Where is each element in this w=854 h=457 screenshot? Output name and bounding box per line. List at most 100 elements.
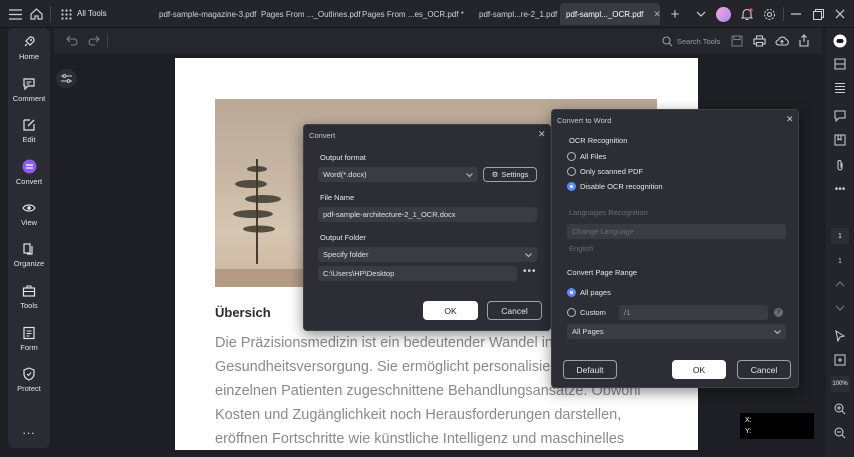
output-format-value: Word(*.docx) [323, 170, 367, 179]
custom-range-input[interactable]: /1 [619, 305, 768, 320]
tab-4[interactable]: pdf-sampl...re-2_1.pdf [473, 3, 563, 25]
chevron-down-icon [525, 252, 532, 257]
range-all-pages[interactable]: All pages [567, 288, 611, 297]
cancel-button[interactable]: Cancel [487, 301, 542, 320]
range-option-label: All pages [580, 288, 611, 297]
ok-button[interactable]: OK [672, 360, 726, 379]
change-language-button[interactable]: Change Language [567, 224, 786, 239]
sidebar-item-tools[interactable]: Tools [8, 284, 50, 310]
left-sidebar: Home Comment Edit Convert View Organize … [8, 28, 50, 448]
toolbar: Search Tools [54, 28, 822, 54]
sidebar-item-form[interactable]: Form [8, 326, 50, 352]
search-icon[interactable] [662, 36, 673, 49]
close-icon[interactable]: ✕ [538, 129, 546, 140]
zoom-level[interactable]: 100% [830, 376, 850, 392]
shield-icon [23, 367, 35, 381]
sidebar-item-edit[interactable]: Edit [8, 118, 50, 144]
bookmark-icon[interactable] [832, 132, 848, 148]
undo-icon[interactable] [66, 35, 78, 48]
ocr-option-disable[interactable]: Disable OCR recognition [567, 182, 663, 191]
share-icon[interactable] [798, 34, 810, 49]
folder-path-field[interactable]: C:\Users\HP\Desktop [318, 266, 517, 281]
form-icon [23, 326, 35, 340]
coordinate-readout: X: Y: [740, 413, 814, 439]
radio-icon [567, 167, 576, 176]
document-heading: Übersich [215, 305, 271, 320]
chevron-down-icon[interactable] [832, 300, 848, 316]
save-icon[interactable] [731, 35, 743, 49]
chevron-up-icon[interactable] [832, 276, 848, 292]
close-icon[interactable] [830, 4, 850, 24]
sidebar-item-home[interactable]: Home [8, 35, 50, 61]
close-tab-icon[interactable]: ✕ [653, 9, 661, 20]
help-icon[interactable]: ? [774, 308, 783, 317]
file-name-field[interactable]: pdf-sample-architecture-2_1_OCR.docx [318, 207, 537, 222]
default-button[interactable]: Default [563, 360, 617, 379]
thumbnails-icon[interactable] [832, 80, 848, 96]
home-icon[interactable] [26, 4, 46, 24]
all-tools-label[interactable]: All Tools [77, 9, 107, 18]
sidebar-item-label: Form [20, 343, 38, 352]
grid-icon[interactable] [56, 4, 76, 24]
sidebar-item-label: Comment [12, 94, 46, 103]
page-current[interactable]: 1 [831, 228, 849, 244]
new-tab-icon[interactable]: + [665, 4, 685, 24]
settings-label: Settings [501, 170, 529, 179]
chevron-down-icon [774, 329, 781, 334]
ocr-option-label: Disable OCR recognition [580, 182, 663, 191]
file-name-label: File Name [320, 193, 355, 202]
range-custom[interactable]: Custom [567, 308, 606, 317]
rocket-icon [24, 36, 35, 47]
search-tools-label[interactable]: Search Tools [677, 37, 720, 46]
more-icon[interactable]: ... [8, 423, 50, 437]
radio-icon [567, 308, 576, 317]
attachment-icon[interactable] [832, 157, 848, 173]
tab-label: Pages From ...es_OCR.pdf * [362, 9, 464, 19]
radio-selected-icon [567, 182, 576, 191]
avatar[interactable] [716, 7, 731, 22]
tab-1[interactable]: pdf-sample-magazine-3.pdf [153, 3, 262, 25]
zoom-out-icon[interactable] [832, 425, 848, 441]
pages-select[interactable]: All Pages [567, 324, 786, 339]
redo-icon[interactable] [88, 35, 100, 48]
cloud-upload-icon[interactable] [775, 35, 789, 49]
tab-2[interactable]: Pages From ..._Outlines.pdf [255, 3, 367, 25]
print-icon[interactable] [753, 35, 766, 49]
range-option-label: Custom [580, 308, 606, 317]
more-icon[interactable]: ••• [832, 181, 848, 197]
gear-icon[interactable] [759, 4, 779, 24]
output-format-label: Output format [320, 153, 366, 162]
properties-icon[interactable] [832, 56, 848, 72]
ocr-option-all-files[interactable]: All Files [567, 152, 606, 161]
ok-button[interactable]: OK [423, 301, 478, 320]
browse-folder-icon[interactable]: ••• [523, 266, 537, 277]
sidebar-item-comment[interactable]: Comment [8, 77, 50, 103]
select-cursor-icon[interactable] [832, 328, 848, 344]
divider [783, 7, 784, 21]
zoom-in-icon[interactable] [832, 401, 848, 417]
copilot-icon[interactable] [832, 33, 848, 49]
ocr-option-label: All Files [580, 152, 607, 161]
close-icon[interactable]: ✕ [786, 114, 794, 125]
comment-icon[interactable] [832, 108, 848, 124]
output-format-select[interactable]: Word(*.docx) [318, 167, 478, 182]
sidebar-item-view[interactable]: View [8, 201, 50, 227]
settings-button[interactable]: ⚙ Settings [483, 167, 537, 182]
sidebar-item-convert[interactable]: Convert [8, 159, 50, 186]
ocr-option-scanned[interactable]: Only scanned PDF [567, 167, 643, 176]
sidebar-item-organize[interactable]: Organize [8, 242, 50, 268]
document-line: eröffnen Fortschritte wie künstliche Int… [215, 431, 625, 447]
bell-icon[interactable] [737, 4, 757, 24]
folder-mode-select[interactable]: Specify folder [318, 247, 537, 262]
convert-icon [22, 159, 36, 174]
cancel-button[interactable]: Cancel [737, 360, 791, 379]
sliders-icon[interactable] [56, 69, 77, 88]
restore-icon[interactable] [808, 4, 828, 24]
sidebar-item-protect[interactable]: Protect [8, 367, 50, 393]
tab-3[interactable]: Pages From ...es_OCR.pdf * [356, 3, 470, 25]
chevron-down-icon[interactable] [691, 4, 711, 24]
fit-page-icon[interactable] [832, 352, 848, 368]
menu-icon[interactable] [5, 4, 25, 24]
minimize-icon[interactable] [786, 4, 806, 24]
tab-5-active[interactable]: pdf-sampl..._OCR.pdf ✕ [560, 3, 661, 25]
